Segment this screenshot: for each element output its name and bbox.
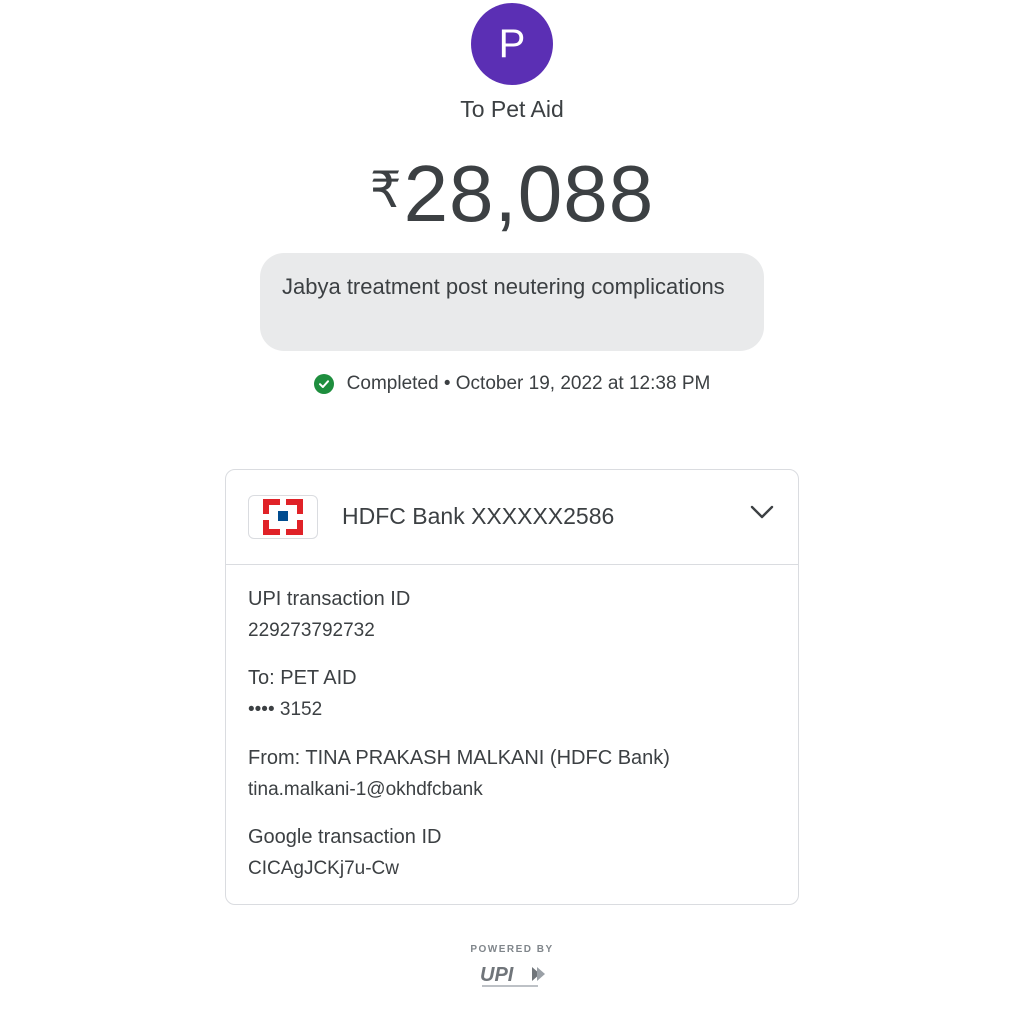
status-text: Completed • October 19, 2022 at 12:38 PM (346, 373, 711, 394)
bank-account-name: HDFC Bank XXXXXX2586 (342, 503, 615, 529)
payee-account-block: To: PET AID •••• 3152 (248, 667, 357, 721)
chevron-down-icon[interactable] (750, 504, 774, 525)
hdfc-bank-logo (248, 495, 318, 539)
payer-account-block: From: TINA PRAKASH MALKANI (HDFC Bank) t… (248, 747, 670, 801)
powered-by-label: POWERED BY (470, 944, 554, 955)
detail-value: 229273792732 (248, 620, 375, 641)
upi-logo-text: UPI (480, 964, 514, 986)
payment-status: Completed • October 19, 2022 at 12:38 PM (0, 373, 1024, 395)
payee-avatar: P (471, 3, 553, 85)
detail-label: UPI transaction ID (248, 588, 411, 610)
amount-value: 28,088 (403, 149, 655, 238)
payment-amount: ₹28,088 (0, 148, 1024, 240)
google-transaction-id-block: Google transaction ID CICAgJCKj7u-Cw (248, 826, 441, 880)
detail-label: Google transaction ID (248, 826, 442, 848)
upi-transaction-id-block: UPI transaction ID 229273792732 (248, 588, 410, 642)
payee-title: To Pet Aid (460, 96, 564, 122)
transaction-details-card: HDFC Bank XXXXXX2586 UPI transaction ID … (225, 469, 799, 905)
detail-value: CICAgJCKj7u-Cw (248, 858, 399, 879)
bank-account-row[interactable]: HDFC Bank XXXXXX2586 (226, 470, 798, 565)
check-circle-icon (313, 374, 334, 394)
detail-label: From: TINA PRAKASH MALKANI (HDFC Bank) (248, 747, 670, 769)
detail-value: •••• 3152 (248, 699, 323, 720)
detail-value: tina.malkani-1@okhdfcbank (248, 779, 483, 800)
currency-symbol: ₹ (369, 162, 402, 218)
payment-note: Jabya treatment post neutering complicat… (260, 253, 764, 351)
upi-logo: UPI (478, 961, 548, 994)
avatar-initial: P (498, 22, 526, 66)
detail-label: To: PET AID (248, 667, 357, 689)
